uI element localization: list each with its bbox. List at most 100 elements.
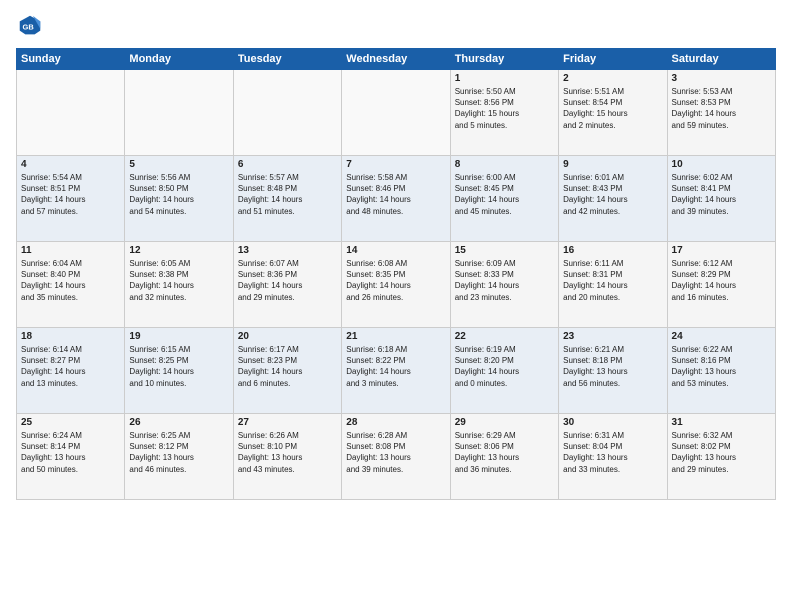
day-info: Sunrise: 6:07 AM Sunset: 8:36 PM Dayligh… [238,258,337,303]
calendar-cell: 5 Sunrise: 5:56 AM Sunset: 8:50 PM Daylig… [125,156,233,242]
day-info: Sunrise: 6:32 AM Sunset: 8:02 PM Dayligh… [672,430,771,475]
logo-icon: GB [16,12,44,40]
day-info: Sunrise: 5:56 AM Sunset: 8:50 PM Dayligh… [129,172,228,217]
day-info: Sunrise: 6:26 AM Sunset: 8:10 PM Dayligh… [238,430,337,475]
day-number: 6 [238,159,337,170]
weekday-wednesday: Wednesday [342,49,450,70]
day-number: 30 [563,417,662,428]
day-info: Sunrise: 5:57 AM Sunset: 8:48 PM Dayligh… [238,172,337,217]
weekday-friday: Friday [559,49,667,70]
calendar-cell [342,70,450,156]
calendar-week-5: 25 Sunrise: 6:24 AM Sunset: 8:14 PM Dayli… [17,414,776,500]
calendar-cell: 6 Sunrise: 5:57 AM Sunset: 8:48 PM Daylig… [233,156,341,242]
day-number: 23 [563,331,662,342]
calendar-cell: 22 Sunrise: 6:19 AM Sunset: 8:20 PM Dayli… [450,328,558,414]
day-number: 21 [346,331,445,342]
day-info: Sunrise: 6:09 AM Sunset: 8:33 PM Dayligh… [455,258,554,303]
calendar-cell: 26 Sunrise: 6:25 AM Sunset: 8:12 PM Dayli… [125,414,233,500]
main-container: GB SundayMondayTuesdayWednesdayThursdayF… [0,0,792,612]
day-number: 19 [129,331,228,342]
day-number: 14 [346,245,445,256]
calendar-cell: 25 Sunrise: 6:24 AM Sunset: 8:14 PM Dayli… [17,414,125,500]
day-info: Sunrise: 6:25 AM Sunset: 8:12 PM Dayligh… [129,430,228,475]
calendar-cell: 17Sunrise: 6:12 AM Sunset: 8:29 PM Dayli… [667,242,775,328]
day-number: 9 [563,159,662,170]
weekday-monday: Monday [125,49,233,70]
weekday-saturday: Saturday [667,49,775,70]
svg-text:GB: GB [23,23,35,32]
calendar-cell: 9Sunrise: 6:01 AM Sunset: 8:43 PM Daylig… [559,156,667,242]
day-info: Sunrise: 6:08 AM Sunset: 8:35 PM Dayligh… [346,258,445,303]
calendar-cell: 21Sunrise: 6:18 AM Sunset: 8:22 PM Dayli… [342,328,450,414]
calendar-cell: 2 Sunrise: 5:51 AM Sunset: 8:54 PM Daylig… [559,70,667,156]
day-number: 31 [672,417,771,428]
calendar-cell: 28 Sunrise: 6:28 AM Sunset: 8:08 PM Dayli… [342,414,450,500]
calendar-week-1: 1Sunrise: 5:50 AM Sunset: 8:56 PM Daylig… [17,70,776,156]
day-info: Sunrise: 6:28 AM Sunset: 8:08 PM Dayligh… [346,430,445,475]
day-info: Sunrise: 6:02 AM Sunset: 8:41 PM Dayligh… [672,172,771,217]
day-number: 3 [672,73,771,84]
weekday-thursday: Thursday [450,49,558,70]
calendar-cell: 30 Sunrise: 6:31 AM Sunset: 8:04 PM Dayli… [559,414,667,500]
day-number: 24 [672,331,771,342]
calendar-cell: 12 Sunrise: 6:05 AM Sunset: 8:38 PM Dayli… [125,242,233,328]
day-info: Sunrise: 5:58 AM Sunset: 8:46 PM Dayligh… [346,172,445,217]
header: GB [16,12,776,40]
day-number: 12 [129,245,228,256]
day-info: Sunrise: 6:22 AM Sunset: 8:16 PM Dayligh… [672,344,771,389]
day-number: 22 [455,331,554,342]
day-number: 2 [563,73,662,84]
day-number: 11 [21,245,120,256]
calendar-cell: 20 Sunrise: 6:17 AM Sunset: 8:23 PM Dayli… [233,328,341,414]
day-number: 17 [672,245,771,256]
day-number: 15 [455,245,554,256]
day-info: Sunrise: 6:00 AM Sunset: 8:45 PM Dayligh… [455,172,554,217]
calendar-cell: 16 Sunrise: 6:11 AM Sunset: 8:31 PM Dayli… [559,242,667,328]
day-info: Sunrise: 6:05 AM Sunset: 8:38 PM Dayligh… [129,258,228,303]
calendar-cell: 4Sunrise: 5:54 AM Sunset: 8:51 PM Daylig… [17,156,125,242]
calendar-cell: 14 Sunrise: 6:08 AM Sunset: 8:35 PM Dayli… [342,242,450,328]
calendar-cell [17,70,125,156]
day-info: Sunrise: 6:17 AM Sunset: 8:23 PM Dayligh… [238,344,337,389]
day-info: Sunrise: 6:11 AM Sunset: 8:31 PM Dayligh… [563,258,662,303]
calendar-cell: 11 Sunrise: 6:04 AM Sunset: 8:40 PM Dayli… [17,242,125,328]
calendar-week-4: 18Sunrise: 6:14 AM Sunset: 8:27 PM Dayli… [17,328,776,414]
day-number: 5 [129,159,228,170]
day-info: Sunrise: 6:31 AM Sunset: 8:04 PM Dayligh… [563,430,662,475]
day-info: Sunrise: 6:19 AM Sunset: 8:20 PM Dayligh… [455,344,554,389]
calendar-cell: 15 Sunrise: 6:09 AM Sunset: 8:33 PM Dayli… [450,242,558,328]
day-number: 29 [455,417,554,428]
day-number: 13 [238,245,337,256]
calendar-cell: 23 Sunrise: 6:21 AM Sunset: 8:18 PM Dayli… [559,328,667,414]
day-info: Sunrise: 5:54 AM Sunset: 8:51 PM Dayligh… [21,172,120,217]
calendar-cell: 31 Sunrise: 6:32 AM Sunset: 8:02 PM Dayli… [667,414,775,500]
calendar-cell: 24 Sunrise: 6:22 AM Sunset: 8:16 PM Dayli… [667,328,775,414]
day-number: 1 [455,73,554,84]
calendar-week-3: 11 Sunrise: 6:04 AM Sunset: 8:40 PM Dayli… [17,242,776,328]
day-info: Sunrise: 6:04 AM Sunset: 8:40 PM Dayligh… [21,258,120,303]
day-info: Sunrise: 6:24 AM Sunset: 8:14 PM Dayligh… [21,430,120,475]
weekday-tuesday: Tuesday [233,49,341,70]
day-info: Sunrise: 6:14 AM Sunset: 8:27 PM Dayligh… [21,344,120,389]
day-info: Sunrise: 6:15 AM Sunset: 8:25 PM Dayligh… [129,344,228,389]
day-info: Sunrise: 6:29 AM Sunset: 8:06 PM Dayligh… [455,430,554,475]
calendar-cell: 29 Sunrise: 6:29 AM Sunset: 8:06 PM Dayli… [450,414,558,500]
calendar-cell: 8Sunrise: 6:00 AM Sunset: 8:45 PM Daylig… [450,156,558,242]
day-number: 28 [346,417,445,428]
day-info: Sunrise: 5:51 AM Sunset: 8:54 PM Dayligh… [563,86,662,131]
calendar-cell: 1Sunrise: 5:50 AM Sunset: 8:56 PM Daylig… [450,70,558,156]
weekday-header-row: SundayMondayTuesdayWednesdayThursdayFrid… [17,49,776,70]
day-info: Sunrise: 6:21 AM Sunset: 8:18 PM Dayligh… [563,344,662,389]
calendar-cell: 13 Sunrise: 6:07 AM Sunset: 8:36 PM Dayli… [233,242,341,328]
calendar-cell: 27 Sunrise: 6:26 AM Sunset: 8:10 PM Dayli… [233,414,341,500]
day-number: 27 [238,417,337,428]
day-number: 7 [346,159,445,170]
calendar-cell: 19 Sunrise: 6:15 AM Sunset: 8:25 PM Dayli… [125,328,233,414]
day-number: 20 [238,331,337,342]
day-number: 26 [129,417,228,428]
day-number: 16 [563,245,662,256]
calendar-cell: 7 Sunrise: 5:58 AM Sunset: 8:46 PM Daylig… [342,156,450,242]
day-number: 10 [672,159,771,170]
day-info: Sunrise: 5:53 AM Sunset: 8:53 PM Dayligh… [672,86,771,131]
day-number: 25 [21,417,120,428]
